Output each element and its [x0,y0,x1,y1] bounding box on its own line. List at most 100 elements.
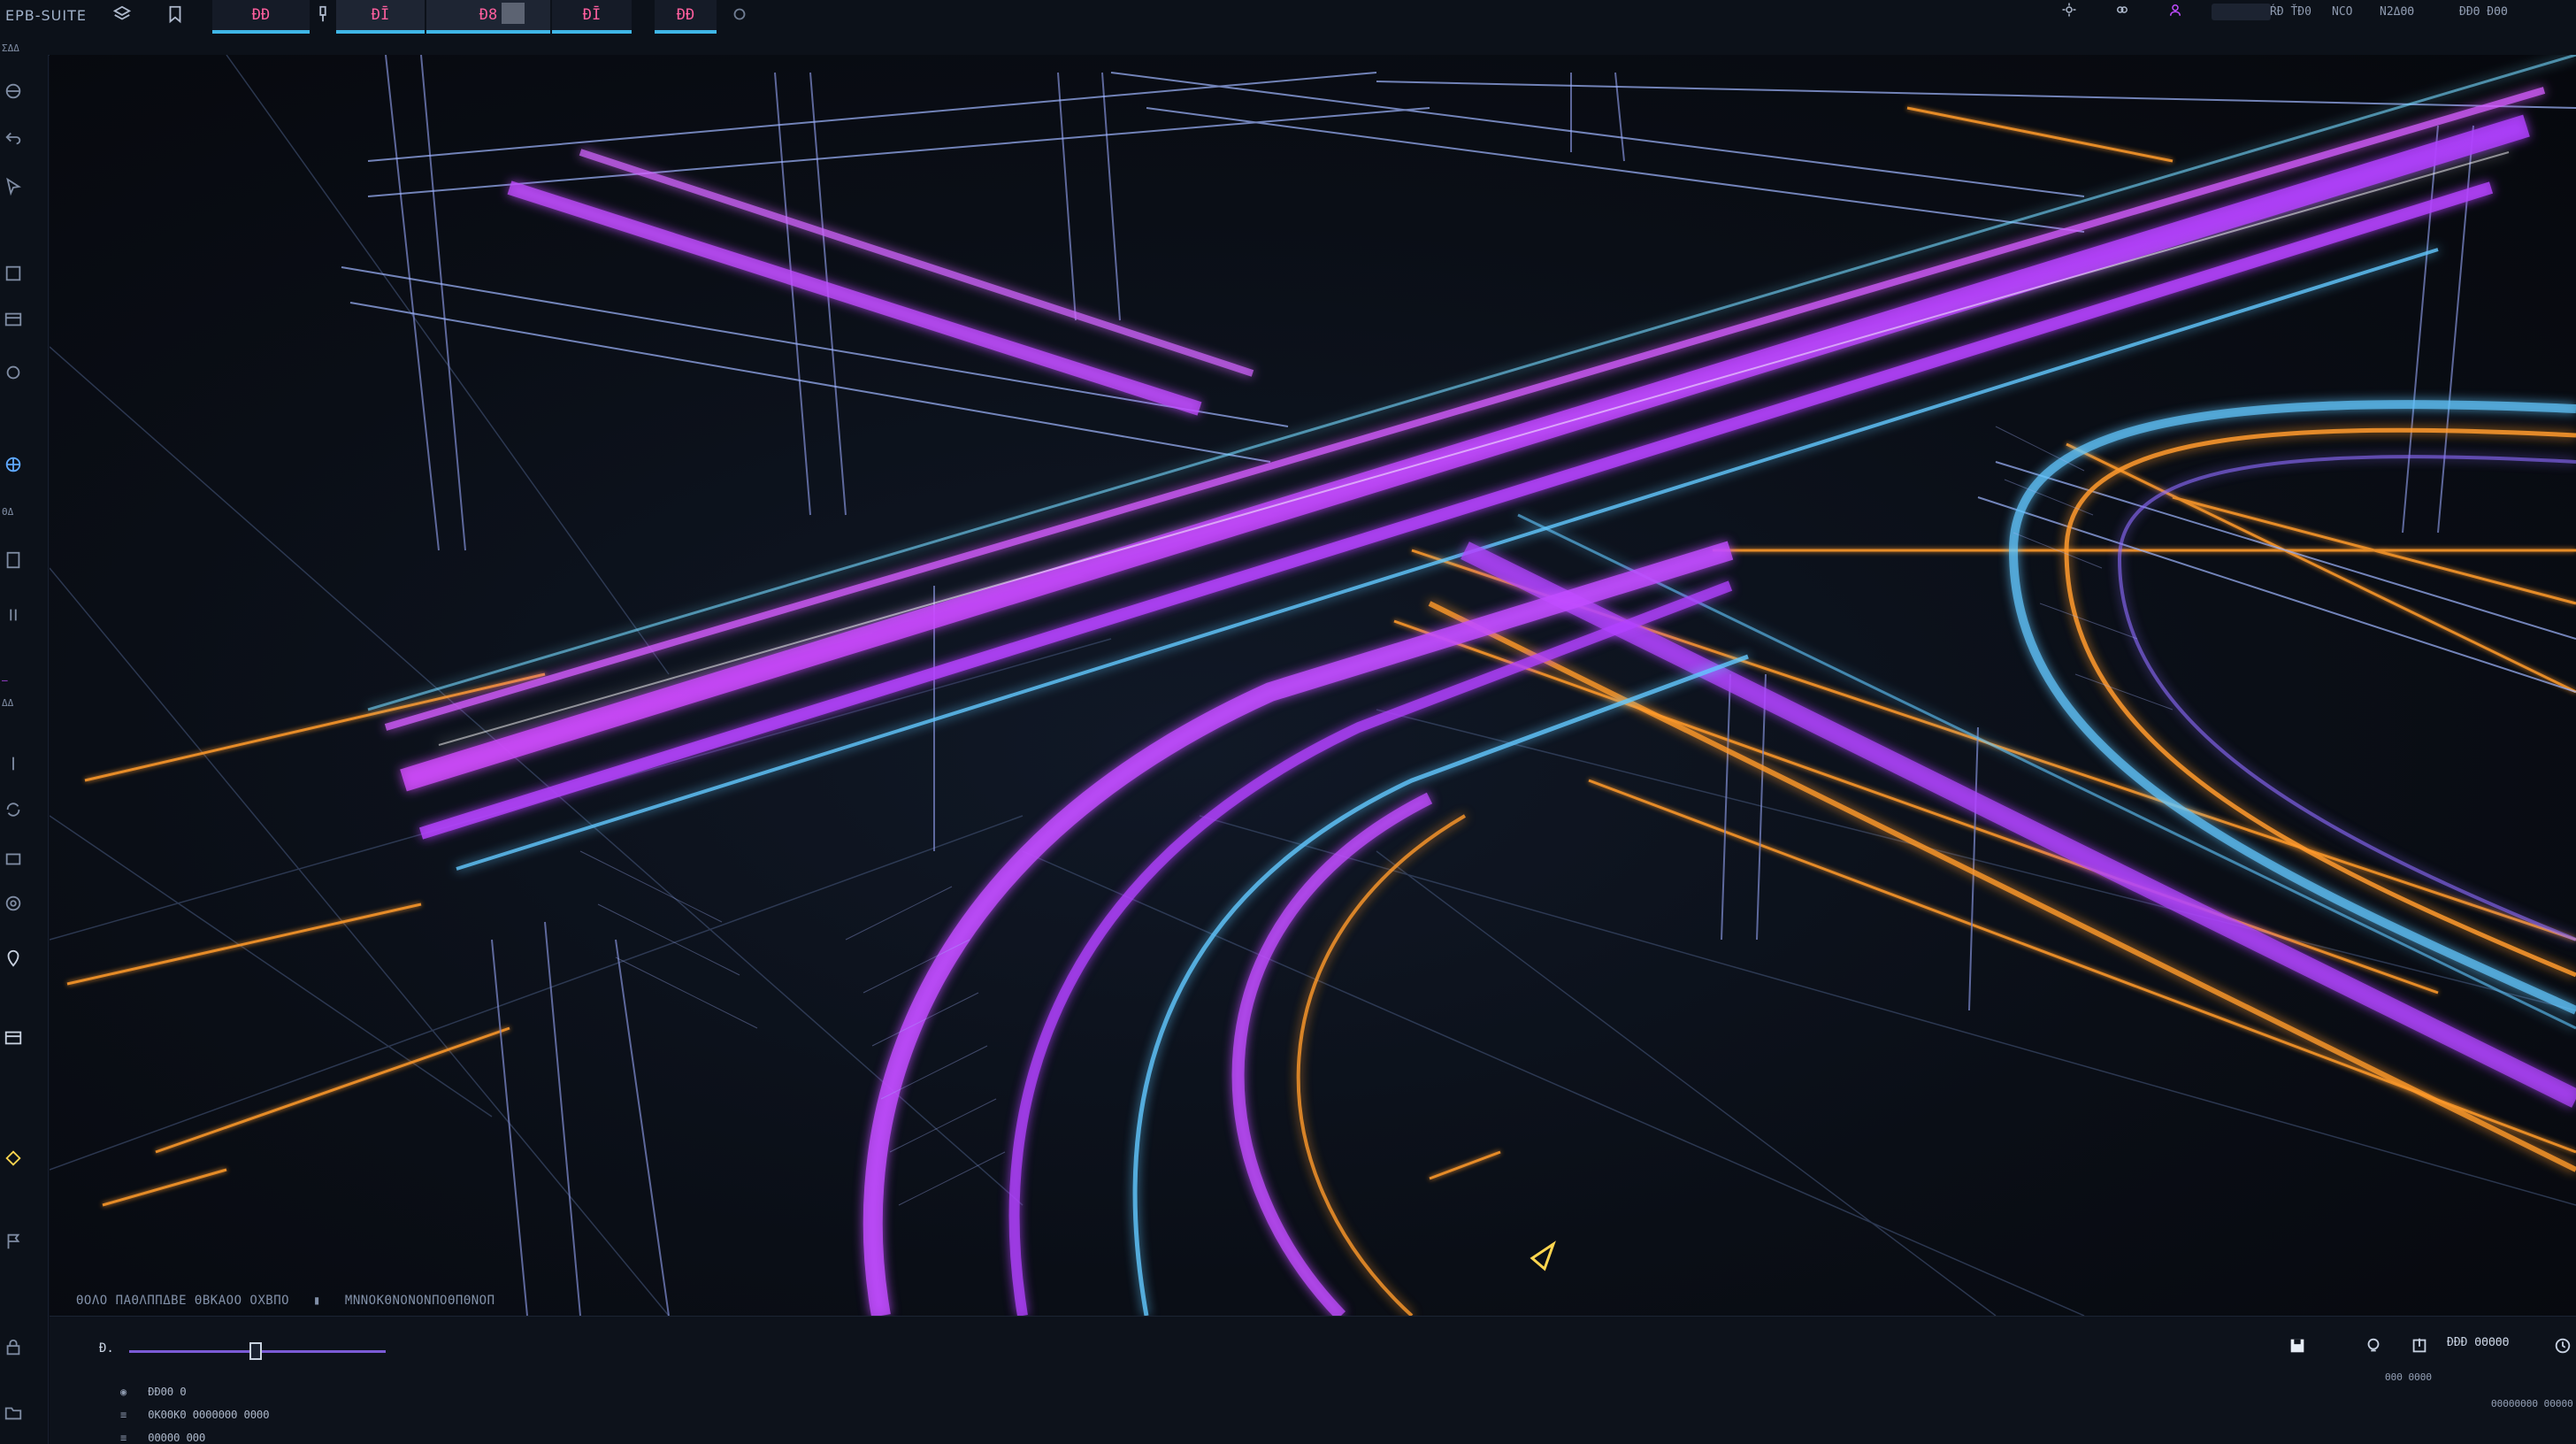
user-icon-btn[interactable] [2167,2,2183,21]
timeline-label: Đ. [99,1341,114,1356]
upper-beams [341,72,2576,693]
tab-1-underline [212,30,310,34]
status-text-2: NCO [2332,4,2353,19]
caption-left: ΘΟΛΟ ΠΑΘΛΠΠΔΒΕ ΘΒΚΑΟΟ ΟΧΒΠΟ [76,1294,290,1308]
status-item-1[interactable] [2212,2,2271,21]
save-icon-btn[interactable] [2288,1336,2307,1359]
export-icon-btn[interactable] [2410,1336,2429,1359]
orbit-icon[interactable] [4,363,23,382]
link-icon-btn[interactable] [2114,2,2130,21]
right-sub: ΘΘΘ ΘΘΘΘ [2385,1371,2432,1383]
target-icon[interactable] [4,894,23,913]
measure-icon[interactable] [4,849,23,869]
caption-right: ΜΝΝΟΚΘΝΟΝΟΝΠΟΘΠΘΝΟΠ [344,1294,495,1308]
secondary-ramp [507,149,1254,416]
layer-row-2[interactable]: ≡ ΘΚΘΘΚΘ ΘΘΘΘΘΘΘ ΘΘΘΘ [120,1409,270,1421]
wireframe-mesh [579,426,2174,1206]
window-icon[interactable] [4,1028,23,1048]
3d-viewport[interactable]: ΘΟΛΟ ΠΑΘΛΠΠΔΒΕ ΘΒΚΑΟΟ ΟΧΒΠΟ ▮ ΜΝΝΟΚΘΝΟΝΟ… [50,55,2576,1316]
tab-2[interactable]: ĐĪ [336,0,425,34]
tab-2-underline [336,30,425,34]
rail-label-1: ΣΔΔ [2,42,19,54]
pin-icon[interactable] [310,2,336,27]
status-item-5[interactable]: ĐĐΘ ĐΘΘ [2459,2,2508,21]
tab-3-label: Đ8 [479,6,498,24]
status-text-4: ĐĐΘ ĐΘΘ [2459,4,2508,19]
clock-icon-btn[interactable] [2553,1336,2572,1359]
doc-icon[interactable] [4,550,23,570]
globe-blue-icon[interactable] [4,455,23,474]
main-highway [367,55,2576,871]
gear-icon-1[interactable] [2061,2,2077,21]
status-item-4[interactable]: N2ΔΘΘ [2380,2,2414,21]
caption-separator: ▮ [313,1294,321,1308]
top-toolbar: EPB-SUITE ĐĐ ĐĪ Đ8 ĐĪ ĐĐ ŔĐ ŤĐ0 NCO N2ΔΘ… [0,0,2576,56]
save-icon [2288,1336,2307,1359]
status-pill [2212,3,2271,20]
layers-icon[interactable] [106,2,138,27]
tab-3-underline [426,30,550,34]
right-footer-text: ΘΘΘΘΘΘΘΘ ΘΘΘΘΘ [2491,1398,2573,1409]
clock-icon [2553,1336,2572,1359]
tab-4-label: ĐĪ [582,6,602,24]
user-icon [2167,2,2183,21]
status-item-2[interactable]: ŔĐ ŤĐ0 [2270,2,2312,21]
tab-4[interactable]: ĐĪ [552,0,632,34]
rail-accent-mark: — [2,674,8,686]
tab-1-label: ĐĐ [251,6,271,24]
refresh-icon[interactable] [4,800,23,819]
tab-2-label: ĐĪ [371,6,390,24]
folder-icon[interactable] [4,1403,23,1423]
bulb-icon [2364,1336,2383,1359]
location-icon[interactable] [4,949,23,968]
layer-name-2: ΘΚΘΘΚΘ ΘΘΘΘΘΘΘ ΘΘΘΘ [148,1409,270,1421]
panel-icon[interactable] [4,310,23,329]
layer-row-3[interactable]: ≡ ΘΘΘΘΘ ΘΘΘ [120,1432,205,1444]
marker-icon [1530,1240,1556,1271]
list-icon[interactable]: ≡ [120,1409,133,1421]
diamond-icon[interactable] [4,1148,23,1168]
right-sub-text: ΘΘΘ ΘΘΘΘ [2385,1371,2432,1383]
export-icon [2410,1336,2429,1359]
circle-dot-icon[interactable] [727,2,752,27]
undo-icon[interactable] [4,127,23,147]
pause-icon[interactable] [4,605,23,625]
app-brand: EPB-SUITE [5,7,87,24]
viewport-caption: ΘΟΛΟ ΠΑΘΛΠΠΔΒΕ ΘΒΚΑΟΟ ΟΧΒΠΟ ▮ ΜΝΝΟΚΘΝΟΝΟ… [76,1294,511,1308]
right-label: ĐĐĐ ΘΘΘΘΘ [2447,1336,2509,1349]
bar-icon[interactable] [4,754,23,773]
wireframe-scene[interactable] [50,55,2576,1316]
timeline-handle[interactable] [249,1342,262,1360]
status-item-3[interactable]: NCO [2332,2,2352,21]
globe-icon[interactable] [4,81,23,101]
layer-row-1[interactable]: ◉ ĐĐΘΘ Θ [120,1386,187,1398]
status-text-1: ŔĐ ŤĐ0 [2270,4,2312,19]
link-icon [2114,2,2130,21]
rail-label-3: ΔΔ [2,697,14,709]
cursor-icon[interactable] [4,177,23,196]
tab-5[interactable]: ĐĐ [655,0,717,34]
rail-label-2: ΘΔ [2,506,14,518]
gear-icon [2061,2,2077,21]
bottom-panel: Đ. ◉ ĐĐΘΘ Θ ≡ ΘΚΘΘΚΘ ΘΘΘΘΘΘΘ ΘΘΘΘ ≡ ΘΘΘΘ… [50,1316,2576,1444]
left-toolrail: ΣΔΔ ΘΔ — ΔΔ [0,42,49,1444]
tab-3[interactable]: Đ8 [426,0,550,34]
flag-icon[interactable] [4,1232,23,1251]
status-text-3: N2ΔΘΘ [2380,4,2415,19]
tab-4-underline [552,30,632,34]
layer-name-1: ĐĐΘΘ Θ [148,1386,187,1398]
right-footer: ΘΘΘΘΘΘΘΘ ΘΘΘΘΘ [2491,1398,2573,1409]
bookmark-icon[interactable] [159,2,191,27]
tab-1[interactable]: ĐĐ [212,0,310,34]
tab-5-label: ĐĐ [676,6,695,24]
lock-icon[interactable] [4,1338,23,1357]
box-icon[interactable] [4,264,23,283]
tab-3-handle [502,3,525,24]
bulb-icon-btn[interactable] [2364,1336,2383,1359]
tab-5-underline [655,30,717,34]
lower-right-road [1428,513,2576,1172]
right-label-text: ĐĐĐ ΘΘΘΘΘ [2447,1336,2510,1349]
cad-app: EPB-SUITE ĐĐ ĐĪ Đ8 ĐĪ ĐĐ ŔĐ ŤĐ0 NCO N2ΔΘ… [0,0,2576,1444]
eye-icon[interactable]: ◉ [120,1386,133,1398]
list-icon[interactable]: ≡ [120,1432,133,1444]
